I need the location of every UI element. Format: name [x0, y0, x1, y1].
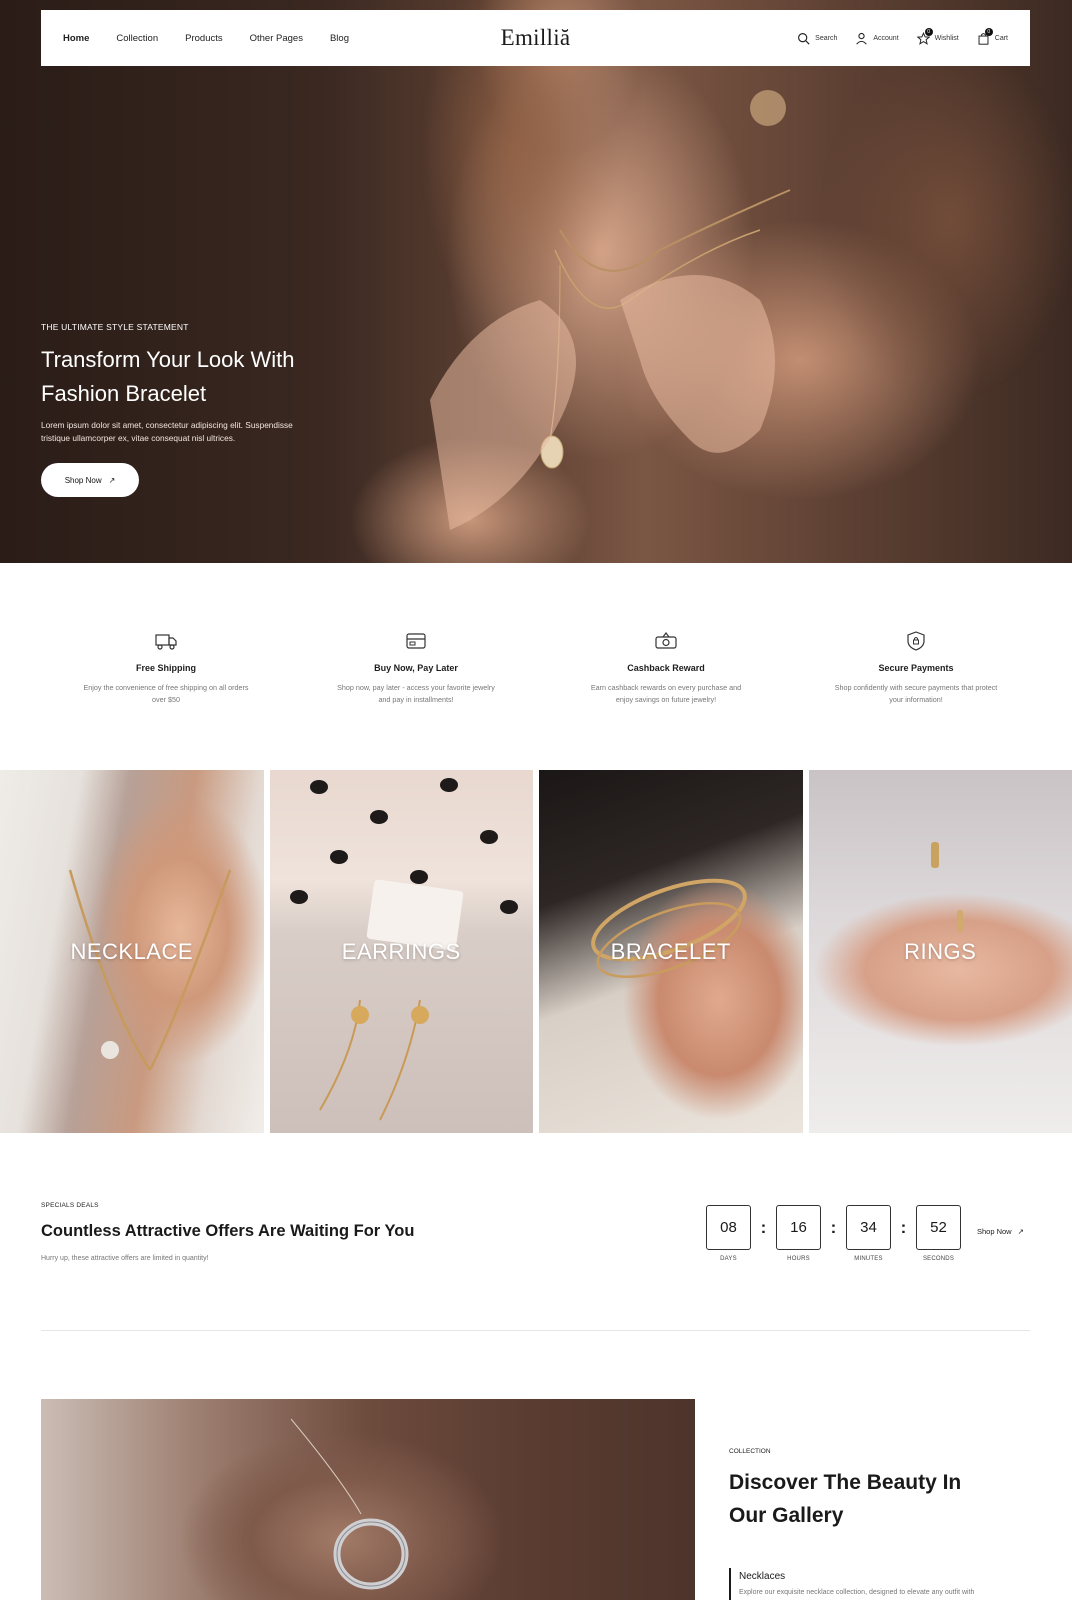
category-card-earrings[interactable]: EARRINGS [269, 770, 533, 1133]
nav-collection[interactable]: Collection [116, 33, 158, 44]
wishlist-label: Wishlist [934, 34, 959, 42]
feature-title: Cashback Reward [627, 663, 705, 673]
countdown-minutes-label: MINUTES [854, 1256, 883, 1262]
nav-blog[interactable]: Blog [330, 33, 349, 44]
deals-title: Countless Attractive Offers Are Waiting … [41, 1222, 415, 1240]
deals-button-label: Shop Now [977, 1227, 1012, 1236]
category-grid: NECKLACE EARRINGS BRACELET RINGS [0, 770, 1072, 1133]
feature-title: Free Shipping [135, 663, 196, 673]
gallery-eyebrow: COLLECTION [729, 1448, 771, 1455]
countdown-separator: : [830, 1218, 837, 1237]
countdown-separator: : [900, 1218, 907, 1237]
category-label: RINGS [904, 938, 977, 964]
account-label: Account [873, 34, 899, 42]
hero-necklace-graphic [430, 90, 791, 530]
countdown-hours-value: 16 [776, 1205, 821, 1250]
feature-buy-now-pay-later: Buy Now, Pay Later Shop now, pay later -… [291, 630, 541, 705]
cart-button[interactable]: 0 Cart [977, 27, 1008, 45]
arrow-up-right-icon: ↗ [108, 475, 116, 485]
nav-home[interactable]: Home [63, 33, 89, 44]
countdown-minutes-value: 34 [846, 1205, 891, 1250]
hero-eyebrow: THE ULTIMATE STYLE STATEMENT [41, 322, 189, 332]
gallery-title: Discover The Beauty In Our Gallery [729, 1471, 962, 1527]
features-row: Free Shipping Enjoy the convenience of f… [41, 630, 1041, 705]
feature-free-shipping: Free Shipping Enjoy the convenience of f… [41, 630, 291, 705]
hero-button-label: Shop Now [64, 475, 102, 485]
countdown-minutes: 34 MINUTES [846, 1205, 891, 1262]
site-header: Home Collection Products Other Pages Blo… [41, 10, 1030, 66]
wishlist-count-badge: 0 [924, 27, 933, 36]
account-button[interactable]: Account [855, 32, 899, 45]
category-card-bracelet[interactable]: BRACELET [539, 770, 803, 1133]
wishlist-button[interactable]: 0 Wishlist [916, 27, 959, 45]
countdown-seconds-value: 52 [916, 1205, 961, 1250]
deals-eyebrow: SPECIALS DEALS [41, 1202, 99, 1209]
category-label: NECKLACE [70, 938, 194, 964]
countdown-hours-label: HOURS [787, 1256, 810, 1262]
countdown-days: 08 DAYS [706, 1205, 751, 1262]
hero-banner: Home Collection Products Other Pages Blo… [0, 0, 1072, 563]
countdown-days-value: 08 [706, 1205, 751, 1250]
shield-icon [907, 631, 925, 651]
feature-title: Buy Now, Pay Later [374, 663, 458, 673]
gallery-item-description: Explore our exquisite necklace collectio… [739, 1589, 975, 1596]
feature-title: Secure Payments [878, 663, 954, 673]
cash-icon [655, 632, 677, 649]
category-label: BRACELET [610, 938, 731, 964]
feature-cashback-reward: Cashback Reward Earn cashback rewards on… [541, 630, 791, 705]
cart-label: Cart [994, 34, 1008, 42]
hero-title: Transform Your Look With Fashion Bracele… [41, 347, 295, 406]
arrow-up-right-icon: ↗ [1017, 1227, 1024, 1236]
category-card-necklace[interactable]: NECKLACE [0, 770, 264, 1133]
feature-description: Shop now, pay later - access your favori… [337, 683, 495, 704]
category-label: EARRINGS [341, 938, 461, 964]
section-divider [41, 1330, 1030, 1331]
feature-description: Shop confidently with secure payments th… [834, 683, 998, 704]
site-logo[interactable]: Emilliă [501, 25, 571, 51]
cart-count-badge: 0 [984, 27, 993, 36]
card-icon [406, 633, 426, 649]
pendant-graphic [290, 1418, 409, 1590]
countdown-days-label: DAYS [720, 1256, 737, 1262]
countdown-timer: 08 DAYS : 16 HOURS : 34 MINUTES : 52 SEC… [706, 1205, 961, 1262]
main-nav: Home Collection Products Other Pages Blo… [63, 33, 349, 44]
gallery-item-necklaces[interactable]: Necklaces Explore our exquisite necklace… [729, 1568, 1019, 1600]
nav-products[interactable]: Products [185, 33, 223, 44]
user-icon [856, 32, 868, 45]
countdown-seconds: 52 SECONDS [916, 1205, 961, 1262]
deals-shop-now-button[interactable]: Shop Now ↗ [977, 1227, 1024, 1236]
category-card-rings[interactable]: RINGS [808, 770, 1072, 1133]
feature-description: Enjoy the convenience of free shipping o… [83, 683, 249, 704]
search-label: Search [815, 34, 838, 42]
feature-secure-payments: Secure Payments Shop confidently with se… [791, 630, 1041, 705]
gallery-item-title: Necklaces [739, 1571, 786, 1582]
deals-subtitle: Hurry up, these attractive offers are li… [41, 1255, 209, 1262]
countdown-seconds-label: SECONDS [922, 1256, 955, 1262]
search-button[interactable]: Search [797, 32, 837, 45]
hero-shop-now-button[interactable]: Shop Now ↗ [41, 463, 139, 497]
nav-other-pages[interactable]: Other Pages [250, 33, 303, 44]
countdown-separator: : [760, 1218, 767, 1237]
search-icon [798, 32, 810, 45]
hero-description: Lorem ipsum dolor sit amet, consectetur … [41, 420, 293, 443]
feature-description: Earn cashback rewards on every purchase … [590, 683, 742, 704]
countdown-hours: 16 HOURS [776, 1205, 821, 1262]
truck-icon [155, 634, 177, 650]
gallery-image [41, 1399, 695, 1600]
header-actions: Search Account 0 Wishlist 0 Cart [797, 27, 1008, 45]
